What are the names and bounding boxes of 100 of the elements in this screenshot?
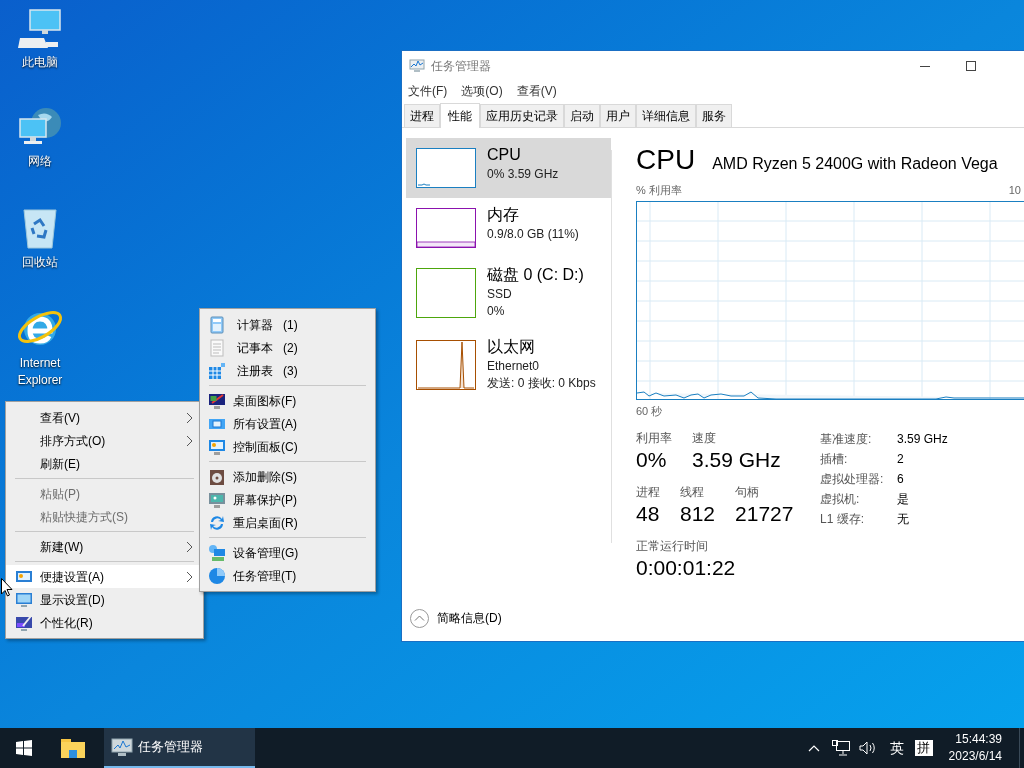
calculator-icon bbox=[208, 315, 226, 334]
chevron-right-icon bbox=[186, 570, 193, 583]
detail-subtitle: AMD Ryzen 5 2400G with Radeon Vega bbox=[712, 154, 998, 174]
spec-label: 虚拟处理器: bbox=[820, 471, 885, 488]
chevron-right-icon bbox=[186, 540, 193, 553]
mouse-cursor-icon bbox=[1, 578, 13, 597]
submenu-item[interactable]: 控制面板(C) bbox=[200, 435, 375, 458]
disc-box-icon bbox=[208, 467, 226, 486]
menu-shortcut: (2) bbox=[283, 339, 298, 357]
spec-label: L1 缓存: bbox=[820, 511, 865, 528]
submenu-item[interactable]: 屏幕保护(P) bbox=[200, 488, 375, 511]
submenu-item[interactable]: 注册表 (3) bbox=[200, 359, 375, 382]
resource-name: 内存 bbox=[487, 205, 520, 225]
resource-item[interactable]: CPU 0% 3.59 GHz bbox=[406, 138, 611, 198]
desktop-icon-label[interactable]: 网络 bbox=[5, 153, 75, 170]
stat-value: 0% bbox=[636, 447, 668, 473]
stat-value: 0:00:01:22 bbox=[636, 555, 737, 581]
submenu-item[interactable]: 记事本 (2) bbox=[200, 336, 375, 359]
fewer-details-link[interactable]: 简略信息(D) bbox=[437, 609, 502, 627]
devices-icon bbox=[208, 543, 226, 562]
resource-name: 以太网 bbox=[487, 337, 536, 357]
resource-detail: SSD bbox=[487, 286, 513, 303]
chevron-right-icon bbox=[186, 411, 193, 424]
menu-shortcut: (3) bbox=[283, 362, 298, 380]
task-manager-icon bbox=[110, 737, 134, 757]
tab[interactable]: 启动 bbox=[564, 104, 600, 127]
resource-detail: 0% bbox=[487, 303, 506, 320]
volume-icon[interactable] bbox=[858, 741, 877, 755]
spec-label: 虚拟机: bbox=[820, 491, 861, 508]
menu-item[interactable]: 文件(F) bbox=[408, 82, 448, 100]
tab[interactable]: 性能 bbox=[440, 103, 480, 128]
chevron-right-icon bbox=[186, 434, 193, 447]
resource-detail: 0.9/8.0 GB (11%) bbox=[487, 226, 579, 243]
spec-value: 6 bbox=[897, 471, 905, 488]
submenu-item[interactable]: 设备管理(G) bbox=[200, 541, 375, 564]
graph-label: % 利用率 bbox=[636, 183, 682, 198]
ime-language-indicator[interactable]: 英 bbox=[884, 737, 909, 759]
desktop-icon-label[interactable]: 此电脑 bbox=[5, 54, 75, 71]
graph-time-label: 60 秒 bbox=[636, 403, 664, 419]
tab[interactable]: 详细信息 bbox=[636, 104, 696, 127]
spec-value: 3.59 GHz bbox=[897, 431, 948, 448]
minimize-icon bbox=[920, 65, 930, 67]
document-icon bbox=[208, 338, 226, 357]
maximize-icon bbox=[966, 61, 976, 71]
chevron-up-icon[interactable] bbox=[807, 744, 820, 752]
refresh-icon bbox=[208, 513, 226, 532]
submenu-item[interactable]: 计算器 (1) bbox=[200, 313, 375, 336]
resource-detail: 发送: 0 接收: 0 Kbps bbox=[487, 375, 596, 392]
spec-label: 基准速度: bbox=[820, 431, 873, 448]
graph-max-label: 10 bbox=[1008, 183, 1021, 198]
desktop-icon-label[interactable]: Internet Explorer bbox=[5, 355, 75, 389]
tab[interactable]: 用户 bbox=[600, 104, 636, 127]
menu-item[interactable]: 选项(O) bbox=[461, 82, 503, 100]
submenu-item[interactable]: 所有设置(A) bbox=[200, 412, 375, 435]
computer-icon bbox=[18, 8, 62, 50]
resource-name: CPU bbox=[487, 145, 522, 165]
screensaver-monitor-icon bbox=[208, 490, 226, 509]
control-panel-icon bbox=[208, 437, 226, 456]
collapse-chevron-icon[interactable] bbox=[410, 608, 429, 628]
resource-name: 磁盘 0 (C: D:) bbox=[487, 265, 584, 285]
menu-label: 注册表 bbox=[237, 362, 273, 380]
submenu-item[interactable]: 桌面图标(F) bbox=[200, 389, 375, 412]
resource-detail: Ethernet0 bbox=[487, 358, 541, 375]
tab[interactable]: 服务 bbox=[696, 104, 732, 127]
spec-value: 无 bbox=[897, 511, 910, 528]
clock-date[interactable]: 2023/6/14 bbox=[948, 748, 1002, 765]
ime-mode-indicator[interactable]: 拼 bbox=[914, 740, 933, 756]
desktop-monitor-icon bbox=[208, 391, 226, 410]
stat-value: 21727 bbox=[735, 501, 794, 527]
task-manager-icon bbox=[409, 59, 425, 73]
submenu-item[interactable]: 任务管理(T) bbox=[200, 564, 375, 587]
submenu-item[interactable]: 重启桌面(R) bbox=[200, 511, 375, 534]
tab[interactable]: 进程 bbox=[404, 104, 440, 127]
stat-label: 线程 bbox=[680, 484, 705, 500]
context-menu-item[interactable]: 个性化(R) bbox=[6, 611, 203, 634]
pie-chart-icon bbox=[208, 566, 226, 585]
network-icon[interactable] bbox=[831, 740, 850, 756]
context-menu-item[interactable]: 刷新(E) bbox=[6, 452, 203, 475]
spec-value: 2 bbox=[897, 451, 905, 468]
spec-value: 是 bbox=[897, 491, 910, 508]
menu-item[interactable]: 查看(V) bbox=[516, 82, 557, 100]
menu-label: 计算器 bbox=[237, 316, 273, 334]
resource-detail: 0% 3.59 GHz bbox=[487, 166, 559, 183]
stat-label: 速度 bbox=[692, 430, 717, 446]
folder-icon bbox=[61, 738, 85, 758]
stat-value: 48 bbox=[636, 501, 660, 527]
monitor-icon bbox=[15, 590, 33, 609]
window-title: 任务管理器 bbox=[431, 58, 491, 75]
clock-time[interactable]: 15:44:39 bbox=[955, 731, 1002, 748]
detail-title: CPU bbox=[636, 144, 696, 176]
taskbar-app-button[interactable]: 任务管理器 bbox=[104, 728, 255, 768]
stat-label: 利用率 bbox=[636, 430, 672, 446]
menu-shortcut: (1) bbox=[283, 316, 298, 334]
menu-label: 记事本 bbox=[237, 339, 273, 357]
tab[interactable]: 应用历史记录 bbox=[480, 104, 564, 127]
stat-label: 句柄 bbox=[735, 484, 761, 500]
submenu-item[interactable]: 添加删除(S) bbox=[200, 465, 375, 488]
stat-value: 812 bbox=[680, 501, 716, 527]
windows-logo-icon bbox=[16, 740, 32, 756]
desktop-icon-label[interactable]: 回收站 bbox=[5, 254, 75, 271]
